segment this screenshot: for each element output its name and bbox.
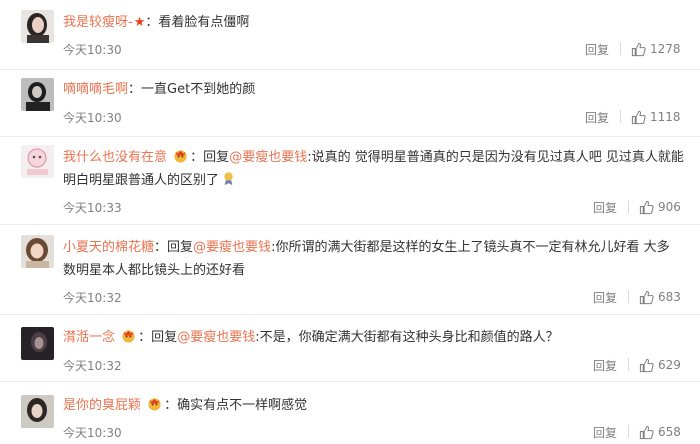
star-badge-icon: ★ <box>133 15 146 30</box>
like-button[interactable]: 1118 <box>631 107 681 127</box>
divider <box>628 358 629 371</box>
thumbs-up-icon <box>631 42 646 56</box>
comment-item: 我是较瘦呀-★：看着脸有点僵啊 今天10:30 回复 1278 <box>0 0 700 70</box>
comment-item: 小夏天的棉花糖：回复@要瘦也要钱:你所谓的满大街都是这样的女生上了镜头真不一定有… <box>0 225 700 315</box>
like-count: 683 <box>658 290 681 304</box>
reply-prefix: 回复 <box>151 330 178 345</box>
thumbs-up-icon <box>631 110 646 124</box>
timestamp: 今天10:30 <box>63 111 122 125</box>
vip-crown-emoji-icon <box>122 330 135 343</box>
comment-text: 一直Get不到她的颜 <box>141 82 256 97</box>
avatar-image <box>21 10 54 43</box>
avatar-image <box>21 78 54 111</box>
comment-item: 是你的臭屁颖 ：确实有点不一样啊感觉 今天10:30 回复 658 <box>0 382 700 444</box>
comment-content: 是你的臭屁颖 ：确实有点不一样啊感觉 <box>63 398 308 413</box>
divider <box>620 42 621 55</box>
timestamp: 今天10:30 <box>63 426 122 440</box>
like-count: 1278 <box>650 42 681 56</box>
vip-crown-emoji-icon <box>174 150 187 163</box>
avatar[interactable] <box>21 235 54 268</box>
reply-button[interactable]: 回复 <box>593 357 617 374</box>
comment-text-line2: 数明星本人都比镜头上的还好看 <box>63 263 246 278</box>
like-button[interactable]: 658 <box>639 422 681 442</box>
timestamp: 今天10:32 <box>63 359 122 373</box>
comment-text: 确实有点不一样啊感觉 <box>177 398 308 413</box>
comment-content: 嘀嘀嘀毛啊：一直Get不到她的颜 <box>63 82 256 97</box>
like-button[interactable]: 1278 <box>631 39 681 59</box>
avatar-image <box>21 395 54 428</box>
comment-text: :不是，你确定满大街都有这种头身比和颜值的路人？ <box>255 330 559 345</box>
comment-text-line2: 明白明星跟普通人的区别了 <box>63 173 220 188</box>
thumbs-up-icon <box>639 200 654 214</box>
avatar[interactable] <box>21 10 54 43</box>
mention-link[interactable]: @要瘦也要钱 <box>229 150 307 165</box>
comment-text: 看着脸有点僵啊 <box>158 15 250 30</box>
reply-button[interactable]: 回复 <box>593 424 617 441</box>
comment-content: 小夏天的棉花糖：回复@要瘦也要钱:你所谓的满大街都是这样的女生上了镜头真不一定有… <box>63 240 670 278</box>
comment-meta: 今天10:30 回复 1118 <box>63 107 686 127</box>
reply-prefix: 回复 <box>203 150 230 165</box>
thumbs-up-icon <box>639 425 654 439</box>
thumbs-up-icon <box>639 358 654 372</box>
comment-content: 潸湉一念 ：回复@要瘦也要钱:不是，你确定满大街都有这种头身比和颜值的路人？ <box>63 330 559 345</box>
timestamp: 今天10:30 <box>63 43 122 57</box>
comment-meta: 今天10:32 回复 629 <box>63 355 686 375</box>
comment-content: 我什么也没有在意 ：回复@要瘦也要钱:说真的 觉得明星普通真的只是因为没有见过真… <box>63 150 684 188</box>
thumbs-up-icon <box>639 290 654 304</box>
avatar-image <box>21 145 54 178</box>
avatar[interactable] <box>21 145 54 178</box>
comment-content: 我是较瘦呀-★：看着脸有点僵啊 <box>63 15 250 30</box>
comment-item: 我什么也没有在意 ：回复@要瘦也要钱:说真的 觉得明星普通真的只是因为没有见过真… <box>0 137 700 225</box>
divider <box>620 110 621 123</box>
avatar-image <box>21 235 54 268</box>
divider <box>628 290 629 303</box>
comment-text-line1: :你所谓的满大街都是这样的女生上了镜头真不一定有林允儿好看 大多 <box>271 240 670 255</box>
comment-meta: 今天10:33 回复 906 <box>63 197 686 217</box>
reply-button[interactable]: 回复 <box>593 289 617 306</box>
avatar-image <box>21 327 54 360</box>
divider <box>628 200 629 213</box>
like-count: 629 <box>658 358 681 372</box>
avatar[interactable] <box>21 395 54 428</box>
reply-button[interactable]: 回复 <box>593 199 617 216</box>
username[interactable]: 小夏天的棉花糖 <box>63 240 154 255</box>
reply-prefix: 回复 <box>167 240 194 255</box>
username[interactable]: 我什么也没有在意 <box>63 150 167 165</box>
username[interactable]: 我是较瘦呀- <box>63 15 133 30</box>
comment-meta: 今天10:32 回复 683 <box>63 287 686 307</box>
username[interactable]: 是你的臭屁颖 <box>63 398 141 413</box>
vip-crown-emoji-icon <box>148 398 161 411</box>
mention-link[interactable]: @要瘦也要钱 <box>193 240 271 255</box>
comment-meta: 今天10:30 回复 1278 <box>63 39 686 59</box>
comment-meta: 今天10:30 回复 658 <box>63 422 686 442</box>
comment-item: 潸湉一念 ：回复@要瘦也要钱:不是，你确定满大街都有这种头身比和颜值的路人？ 今… <box>0 315 700 382</box>
timestamp: 今天10:33 <box>63 201 122 215</box>
username[interactable]: 嘀嘀嘀毛啊 <box>63 82 128 97</box>
comment-item: 嘀嘀嘀毛啊：一直Get不到她的颜 今天10:30 回复 1118 <box>0 70 700 137</box>
like-button[interactable]: 906 <box>639 197 681 217</box>
username[interactable]: 潸湉一念 <box>63 330 115 345</box>
like-button[interactable]: 629 <box>639 355 681 375</box>
like-count: 1118 <box>650 110 681 124</box>
like-count: 906 <box>658 200 681 214</box>
reply-button[interactable]: 回复 <box>585 41 609 58</box>
mention-link[interactable]: @要瘦也要钱 <box>177 330 255 345</box>
divider <box>628 425 629 438</box>
comment-text-line1: :说真的 觉得明星普通真的只是因为没有见过真人吧 见过真人就能 <box>307 150 684 165</box>
avatar[interactable] <box>21 327 54 360</box>
reply-button[interactable]: 回复 <box>585 109 609 126</box>
like-count: 658 <box>658 425 681 439</box>
timestamp: 今天10:32 <box>63 291 122 305</box>
avatar[interactable] <box>21 78 54 111</box>
like-button[interactable]: 683 <box>639 287 681 307</box>
award-emoji-icon <box>224 172 233 186</box>
